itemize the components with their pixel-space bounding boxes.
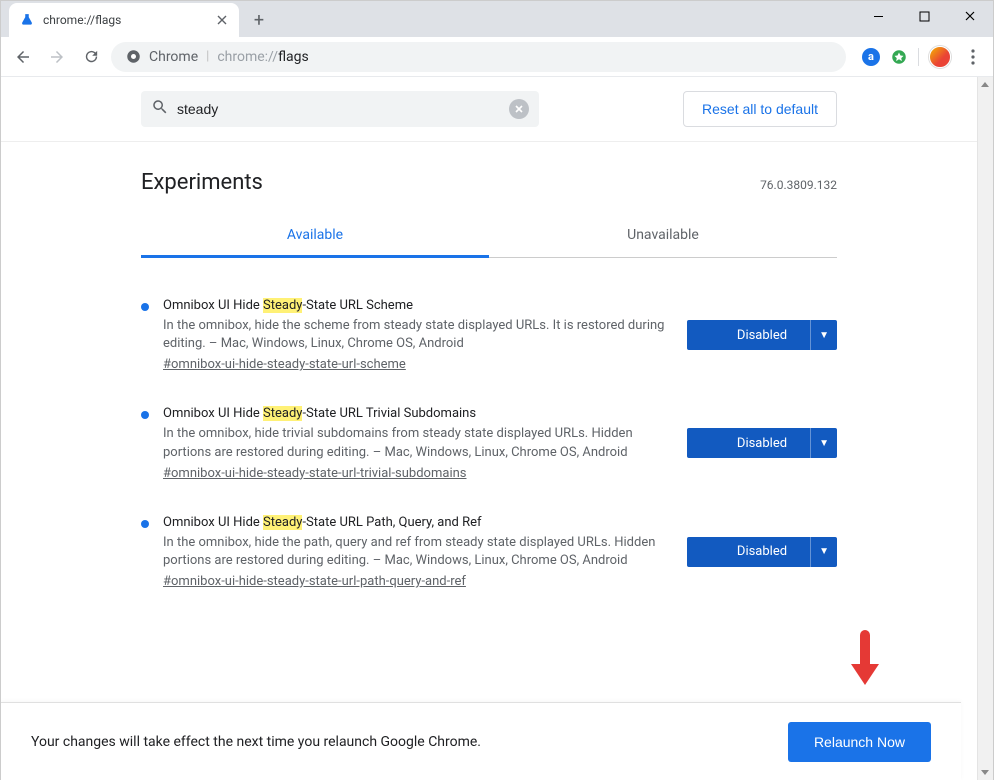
status-dot-icon: [141, 303, 149, 311]
browser-tab[interactable]: chrome://flags: [9, 3, 239, 37]
tab-strip: chrome://flags +: [1, 1, 993, 37]
experiment-item: Omnibox UI Hide Steady-State URL Path, Q…: [141, 505, 837, 613]
menu-button[interactable]: [961, 49, 985, 65]
search-box: [141, 91, 539, 127]
experiment-anchor[interactable]: #omnibox-ui-hide-steady-state-url-trivia…: [163, 466, 467, 481]
reload-button[interactable]: [77, 43, 105, 71]
extension-icon[interactable]: [890, 48, 908, 66]
window-controls: [855, 1, 993, 37]
chevron-down-icon: ▼: [819, 330, 829, 341]
search-input[interactable]: [177, 101, 501, 117]
forward-button[interactable]: [43, 43, 71, 71]
omnibox-url: chrome://flags: [217, 49, 308, 65]
close-icon[interactable]: [215, 13, 229, 27]
status-dot-icon: [141, 520, 149, 528]
experiment-title: Omnibox UI Hide Steady-State URL Scheme: [163, 298, 673, 313]
relaunch-bar: Your changes will take effect the next t…: [1, 702, 961, 780]
state-dropdown[interactable]: Disabled▼: [687, 428, 837, 458]
new-tab-button[interactable]: +: [245, 6, 273, 34]
clear-icon[interactable]: [509, 99, 529, 119]
experiment-description: In the omnibox, hide the scheme from ste…: [163, 317, 673, 353]
relaunch-message: Your changes will take effect the next t…: [31, 734, 481, 750]
scroll-down-icon[interactable]: [977, 764, 993, 780]
tab-available[interactable]: Available: [141, 213, 489, 257]
search-icon: [151, 98, 169, 120]
experiment-description: In the omnibox, hide the path, query and…: [163, 534, 673, 570]
page-title: Experiments: [141, 170, 263, 195]
tabs: Available Unavailable: [141, 213, 837, 258]
omnibox-chip: Chrome: [149, 49, 198, 65]
scroll-up-icon[interactable]: [977, 77, 993, 93]
back-button[interactable]: [9, 43, 37, 71]
extension-icon[interactable]: a: [862, 48, 880, 66]
experiment-title: Omnibox UI Hide Steady-State URL Path, Q…: [163, 515, 673, 530]
relaunch-button[interactable]: Relaunch Now: [788, 722, 931, 762]
toolbar: Chrome | chrome://flags a: [1, 37, 993, 77]
experiment-description: In the omnibox, hide trivial subdomains …: [163, 425, 673, 461]
experiment-anchor[interactable]: #omnibox-ui-hide-steady-state-url-scheme: [163, 357, 406, 372]
flask-icon: [19, 12, 35, 28]
version-label: 76.0.3809.132: [760, 178, 837, 192]
experiment-anchor[interactable]: #omnibox-ui-hide-steady-state-url-path-q…: [163, 574, 466, 589]
arrow-annotation-icon: [845, 630, 885, 694]
scrollbar[interactable]: [977, 77, 993, 780]
chrome-icon: [125, 49, 141, 65]
chevron-down-icon: ▼: [819, 546, 829, 557]
state-dropdown[interactable]: Disabled▼: [687, 537, 837, 567]
experiments-list: Omnibox UI Hide Steady-State URL Scheme …: [141, 288, 837, 613]
address-bar[interactable]: Chrome | chrome://flags: [111, 42, 846, 72]
experiment-title: Omnibox UI Hide Steady-State URL Trivial…: [163, 406, 673, 421]
extension-icons: a: [862, 46, 951, 68]
close-window-button[interactable]: [947, 1, 993, 31]
tab-title: chrome://flags: [43, 13, 207, 27]
state-dropdown[interactable]: Disabled▼: [687, 320, 837, 350]
profile-avatar[interactable]: [929, 46, 951, 68]
chevron-down-icon: ▼: [819, 438, 829, 449]
status-dot-icon: [141, 411, 149, 419]
tab-unavailable[interactable]: Unavailable: [489, 213, 837, 257]
maximize-button[interactable]: [901, 1, 947, 31]
reset-all-button[interactable]: Reset all to default: [683, 91, 837, 127]
experiment-item: Omnibox UI Hide Steady-State URL Scheme …: [141, 288, 837, 396]
experiment-item: Omnibox UI Hide Steady-State URL Trivial…: [141, 396, 837, 504]
minimize-button[interactable]: [855, 1, 901, 31]
